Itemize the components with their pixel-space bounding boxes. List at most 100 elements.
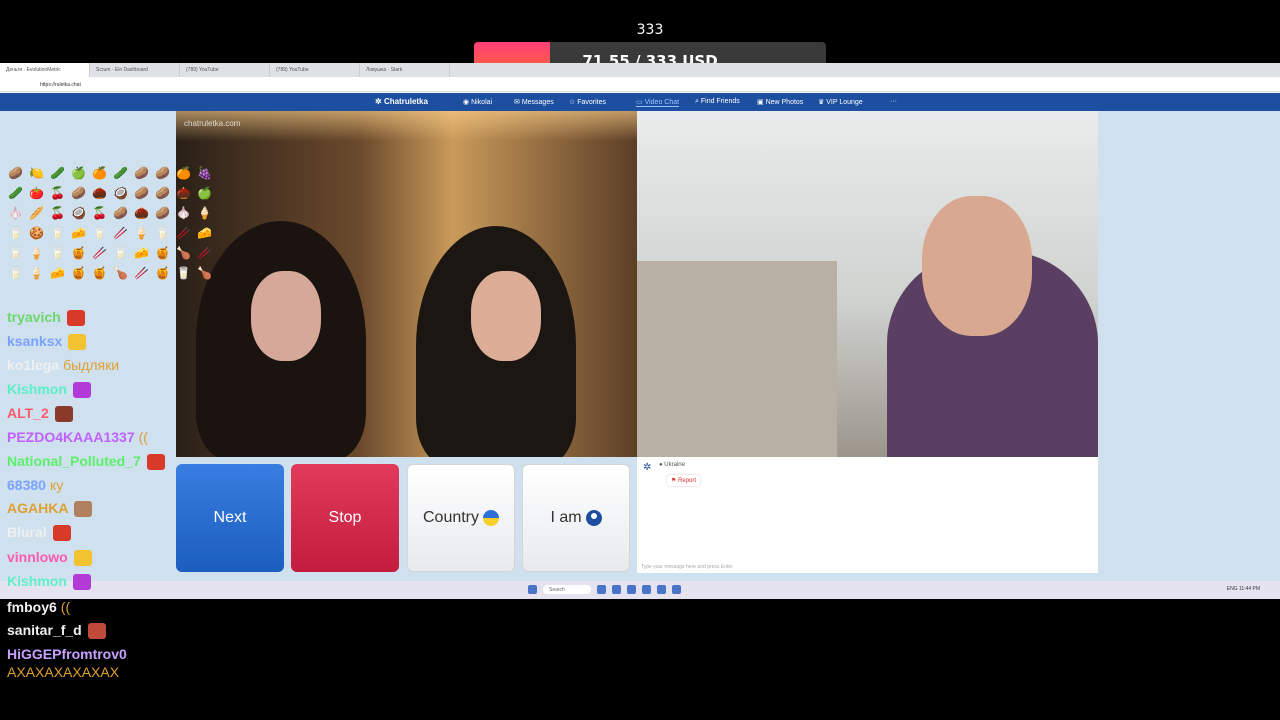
emote-icon: 🌰 [134,206,149,220]
nav-messages[interactable]: ✉ Messages [514,98,554,106]
emote-icon: 🍇 [197,166,212,180]
country-button[interactable]: Country [407,464,515,572]
taskbar-search[interactable]: Search [543,585,591,594]
nav-messages-label: Messages [521,99,554,106]
chat-emote-icon [68,334,87,351]
app-icon[interactable] [597,585,606,594]
ukraine-flag-icon [483,510,500,526]
emote-icon: 🥔 [155,186,170,200]
emote-icon: 🍦 [29,266,44,280]
emote-icon: 🍊 [176,166,191,180]
stop-button[interactable]: Stop [291,464,399,572]
emote-icon: 🌰 [92,186,107,200]
chat-username: vinnlowo [7,549,68,565]
emote-icon: 🥢 [92,246,107,260]
stop-label: Stop [328,509,362,526]
kitchen-background [637,261,837,457]
nav-favorites-label: Favorites [577,99,607,106]
emote-icon: 🍗 [113,266,128,280]
i-am-button[interactable]: I am [522,464,630,572]
start-icon[interactable] [528,585,537,594]
emote-icon: 🍗 [197,266,212,280]
browser-tab[interactable]: (789) YouTube [270,63,360,77]
app-icon[interactable] [672,585,681,594]
emote-icon: 🥒 [8,186,23,200]
emote-icon: 🥛 [113,246,128,260]
chat-username: HiGGEPfromtrov0 [7,646,127,662]
user-icon [585,510,602,526]
nav-video-chat[interactable]: ▭ Video Chat [636,98,680,107]
emote-icon: 🥛 [92,226,107,240]
message-input[interactable]: Type your message here and press Enter [641,564,1091,570]
app-icon[interactable] [627,585,636,594]
chat-message: 68380 ку [7,477,63,493]
app-icon[interactable] [642,585,651,594]
emote-icon: 🥢 [113,226,128,240]
chat-emote-icon [66,310,85,327]
chat-emote-icon [74,501,93,518]
chat-message: PEZDO4KAAA1337(( [7,429,148,445]
browser-tab[interactable]: Деньги · EvolutionMetric [0,63,90,77]
emote-icon: 🌰 [176,186,191,200]
next-label: Next [213,509,247,526]
emote-icon: 🥛 [8,246,23,260]
brand-logo[interactable]: ✲ Chatruletka [375,97,428,106]
chat-text: быдляки [63,357,120,373]
country-chip: ● Ukraine [659,462,685,468]
emote-icon: 🍗 [176,246,191,260]
report-label: Report [678,478,697,484]
nav-video-chat-label: Video Chat [644,99,680,106]
chat-username: National_Polluted_7 [7,453,141,469]
emote-icon: 🥔 [155,166,170,180]
streamer-face [922,196,1032,336]
app-icon[interactable] [612,585,621,594]
emote-icon: 🍯 [71,266,86,280]
nav-vip-lounge-label: VIP Lounge [826,99,863,106]
emote-icon: 🍏 [197,186,212,200]
chat-message: AGAHKA [7,500,93,518]
emote-icon: 🧄 [8,206,23,220]
text-chat-panel: ✲ ● Ukraine ⚑ Report Type your message h… [637,457,1098,573]
emote-icon: 🍯 [155,246,170,260]
address-bar[interactable]: https://ruletka.chat [0,77,1280,92]
report-button[interactable]: ⚑ Report [667,475,700,486]
system-tray: ENG 11:44 PM [1226,586,1260,592]
app-icon[interactable] [657,585,666,594]
next-button[interactable]: Next [176,464,284,572]
chat-message: tryavich [7,309,85,327]
nav-profile[interactable]: ◉ Nikolai [463,98,492,106]
chat-message: AXAXAXAXAXAX [7,664,119,680]
browser-tab[interactable]: Ловушка · Stark [360,63,450,77]
chat-message: HiGGEPfromtrov0 [7,646,127,662]
chat-emote-icon [52,525,71,542]
emote-grid: 🥔 🍋 🥒 🍏 🍊 🥒 🥔 🥔 🍊 🍇 🥒 🍅 🍒 🥔 🌰 🥥 🥔 🥔 🌰 🍏 🧄 🥖 🍒 🥥 🍒 🥔 🌰 🥔 🧄 🍦 🥛 🍪 🥛 🧀 🥛 🥢 🍦 🥛 🥢 🧀… [8,165,213,281]
chat-text: ку [49,477,64,493]
emote-icon: 🍦 [29,246,44,260]
emote-icon: 🥛 [8,226,23,240]
nav-vip-lounge[interactable]: ♛ VIP Lounge [818,98,863,106]
nav-favorites[interactable]: ☆ Favorites [569,98,606,106]
nav-new-photos[interactable]: ▣ New Photos [757,98,803,106]
nav-more[interactable]: ··· [890,98,897,105]
emote-icon: 🥔 [155,206,170,220]
emote-icon: 🥛 [50,226,65,240]
browser-tab[interactable]: (789) YouTube [180,63,270,77]
site-navigation: ✲ Chatruletka ◉ Nikolai ✉ Messages ☆ Fav… [0,93,1280,111]
chat-text: AXAXAXAXAXAX [7,664,120,680]
emote-icon: 🥥 [71,206,86,220]
browser-tab[interactable]: Scrum · Еin Dashboard [90,63,180,77]
chat-username: ALT_2 [7,405,49,421]
emote-icon: 🥛 [155,226,170,240]
chat-username: ko1lega [7,357,60,373]
emote-icon: 🥔 [134,166,149,180]
gear-icon[interactable]: ✲ [643,462,651,473]
chat-username: tryavich [7,309,61,325]
chat-username: 68380 [7,477,46,493]
chat-message: sanitar_f_d [7,622,106,640]
emote-icon: 🧄 [176,206,191,220]
emote-icon: 🍒 [50,186,65,200]
brand-label: Chatruletka [383,97,428,106]
chat-username: ksanksx [7,333,63,349]
nav-find-friends[interactable]: ⌕ Find Friends [695,98,740,106]
chat-username: Kishmon [7,573,67,589]
